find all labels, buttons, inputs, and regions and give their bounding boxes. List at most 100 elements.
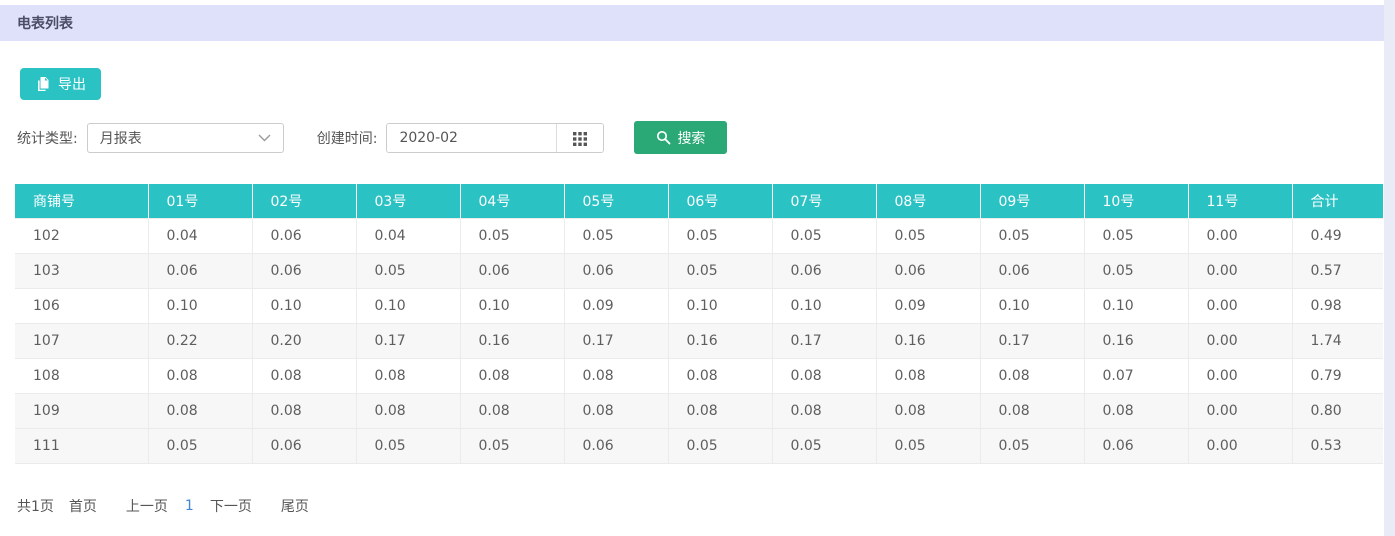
- search-button[interactable]: 搜索: [634, 121, 727, 154]
- table-cell: 0.05: [772, 219, 876, 254]
- meter-table: 商铺号01号02号03号04号05号06号07号08号09号10号11号合计 1…: [15, 184, 1383, 464]
- table-cell: 0.08: [876, 394, 980, 429]
- table-cell: 0.17: [564, 324, 668, 359]
- last-page-link[interactable]: 尾页: [281, 496, 309, 516]
- page-title: 电表列表: [17, 13, 73, 33]
- table-row: 1020.040.060.040.050.050.050.050.050.050…: [15, 219, 1383, 254]
- table-row: 1090.080.080.080.080.080.080.080.080.080…: [15, 394, 1383, 429]
- table-cell: 1.74: [1292, 324, 1383, 359]
- create-time-field: [386, 123, 604, 153]
- column-header: 10号: [1084, 184, 1188, 219]
- chevron-down-icon: [258, 134, 271, 142]
- export-icon: [35, 76, 51, 92]
- meter-table-head: 商铺号01号02号03号04号05号06号07号08号09号10号11号合计: [15, 184, 1383, 219]
- table-cell: 0.16: [668, 324, 772, 359]
- table-cell: 0.10: [356, 289, 460, 324]
- search-button-label: 搜索: [677, 128, 705, 148]
- export-button[interactable]: 导出: [20, 68, 101, 100]
- table-cell: 0.57: [1292, 254, 1383, 289]
- table-cell: 0.80: [1292, 394, 1383, 429]
- table-cell: 0.20: [252, 324, 356, 359]
- table-cell: 0.06: [460, 254, 564, 289]
- column-header: 07号: [772, 184, 876, 219]
- shop-number-cell: 107: [15, 324, 148, 359]
- table-cell: 0.06: [564, 254, 668, 289]
- table-cell: 0.05: [980, 429, 1084, 464]
- export-button-label: 导出: [58, 74, 86, 94]
- table-row: 1070.220.200.170.160.170.160.170.160.170…: [15, 324, 1383, 359]
- table-cell: 0.09: [564, 289, 668, 324]
- table-cell: 0.05: [876, 429, 980, 464]
- column-header: 06号: [668, 184, 772, 219]
- table-cell: 0.08: [668, 359, 772, 394]
- table-cell: 0.08: [252, 394, 356, 429]
- column-header: 09号: [980, 184, 1084, 219]
- column-header: 商铺号: [15, 184, 148, 219]
- table-cell: 0.08: [252, 359, 356, 394]
- table-cell: 0.16: [1084, 324, 1188, 359]
- table-cell: 0.05: [668, 254, 772, 289]
- table-cell: 0.10: [980, 289, 1084, 324]
- table-cell: 0.05: [772, 429, 876, 464]
- table-cell: 0.04: [356, 219, 460, 254]
- table-cell: 0.06: [148, 254, 252, 289]
- create-time-input[interactable]: [387, 124, 556, 152]
- table-cell: 0.08: [564, 359, 668, 394]
- column-header: 04号: [460, 184, 564, 219]
- stat-type-label: 统计类型:: [17, 128, 78, 148]
- table-cell: 0.04: [148, 219, 252, 254]
- current-page-link[interactable]: 1: [185, 498, 194, 514]
- column-header: 03号: [356, 184, 460, 219]
- table-cell: 0.06: [980, 254, 1084, 289]
- table-cell: 0.08: [772, 394, 876, 429]
- table-cell: 0.08: [460, 359, 564, 394]
- filter-bar: 统计类型: 月报表 创建时间:: [17, 121, 1384, 154]
- table-cell: 0.79: [1292, 359, 1383, 394]
- table-cell: 0.10: [148, 289, 252, 324]
- meter-list-panel: 电表列表 导出 统计类型: 月报表 创建时间:: [0, 0, 1384, 536]
- table-cell: 0.05: [460, 219, 564, 254]
- table-cell: 0.06: [252, 219, 356, 254]
- table-cell: 0.10: [460, 289, 564, 324]
- table-cell: 0.05: [668, 219, 772, 254]
- stat-type-select[interactable]: 月报表: [87, 123, 284, 153]
- table-cell: 0.05: [460, 429, 564, 464]
- table-cell: 0.05: [980, 219, 1084, 254]
- table-cell: 0.08: [148, 359, 252, 394]
- table-cell: 0.00: [1188, 289, 1292, 324]
- table-cell: 0.06: [876, 254, 980, 289]
- table-cell: 0.49: [1292, 219, 1383, 254]
- table-row: 1110.050.060.050.050.060.050.050.050.050…: [15, 429, 1383, 464]
- column-header: 01号: [148, 184, 252, 219]
- table-cell: 0.16: [876, 324, 980, 359]
- table-cell: 0.06: [252, 254, 356, 289]
- table-cell: 0.05: [668, 429, 772, 464]
- column-header: 11号: [1188, 184, 1292, 219]
- table-cell: 0.53: [1292, 429, 1383, 464]
- table-cell: 0.17: [980, 324, 1084, 359]
- search-icon: [656, 130, 671, 145]
- table-cell: 0.06: [772, 254, 876, 289]
- column-header: 05号: [564, 184, 668, 219]
- stat-type-selected-value: 月报表: [100, 128, 142, 148]
- table-cell: 0.06: [252, 429, 356, 464]
- table-cell: 0.05: [356, 254, 460, 289]
- table-cell: 0.00: [1188, 359, 1292, 394]
- first-page-link[interactable]: 首页: [69, 496, 97, 516]
- table-cell: 0.08: [460, 394, 564, 429]
- table-cell: 0.08: [148, 394, 252, 429]
- calendar-picker-button[interactable]: [556, 124, 603, 152]
- table-cell: 0.08: [668, 394, 772, 429]
- table-cell: 0.05: [876, 219, 980, 254]
- table-cell: 0.05: [1084, 219, 1188, 254]
- table-cell: 0.06: [1084, 429, 1188, 464]
- table-cell: 0.09: [876, 289, 980, 324]
- table-row: 1080.080.080.080.080.080.080.080.080.080…: [15, 359, 1383, 394]
- panel-header: 电表列表: [0, 5, 1384, 41]
- table-cell: 0.06: [564, 429, 668, 464]
- table-cell: 0.22: [148, 324, 252, 359]
- prev-page-link[interactable]: 上一页: [126, 496, 168, 516]
- next-page-link[interactable]: 下一页: [210, 496, 252, 516]
- table-cell: 0.08: [980, 394, 1084, 429]
- shop-number-cell: 109: [15, 394, 148, 429]
